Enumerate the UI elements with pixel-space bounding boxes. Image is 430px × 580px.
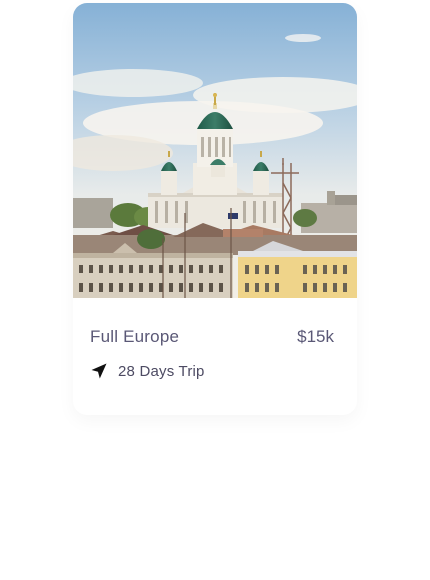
trip-info: Full Europe $15k 28 Days Trip [73, 298, 357, 415]
trip-duration-row: 28 Days Trip [90, 362, 205, 380]
navigation-arrow-icon [90, 362, 108, 380]
cathedral-cityscape-photo [73, 3, 357, 298]
trip-title: Full Europe [90, 327, 180, 346]
trip-photo[interactable] [73, 3, 357, 298]
trip-price: $15k [297, 327, 334, 346]
trip-duration: 28 Days Trip [118, 362, 205, 380]
trip-card[interactable]: Full Europe $15k 28 Days Trip [73, 3, 357, 415]
